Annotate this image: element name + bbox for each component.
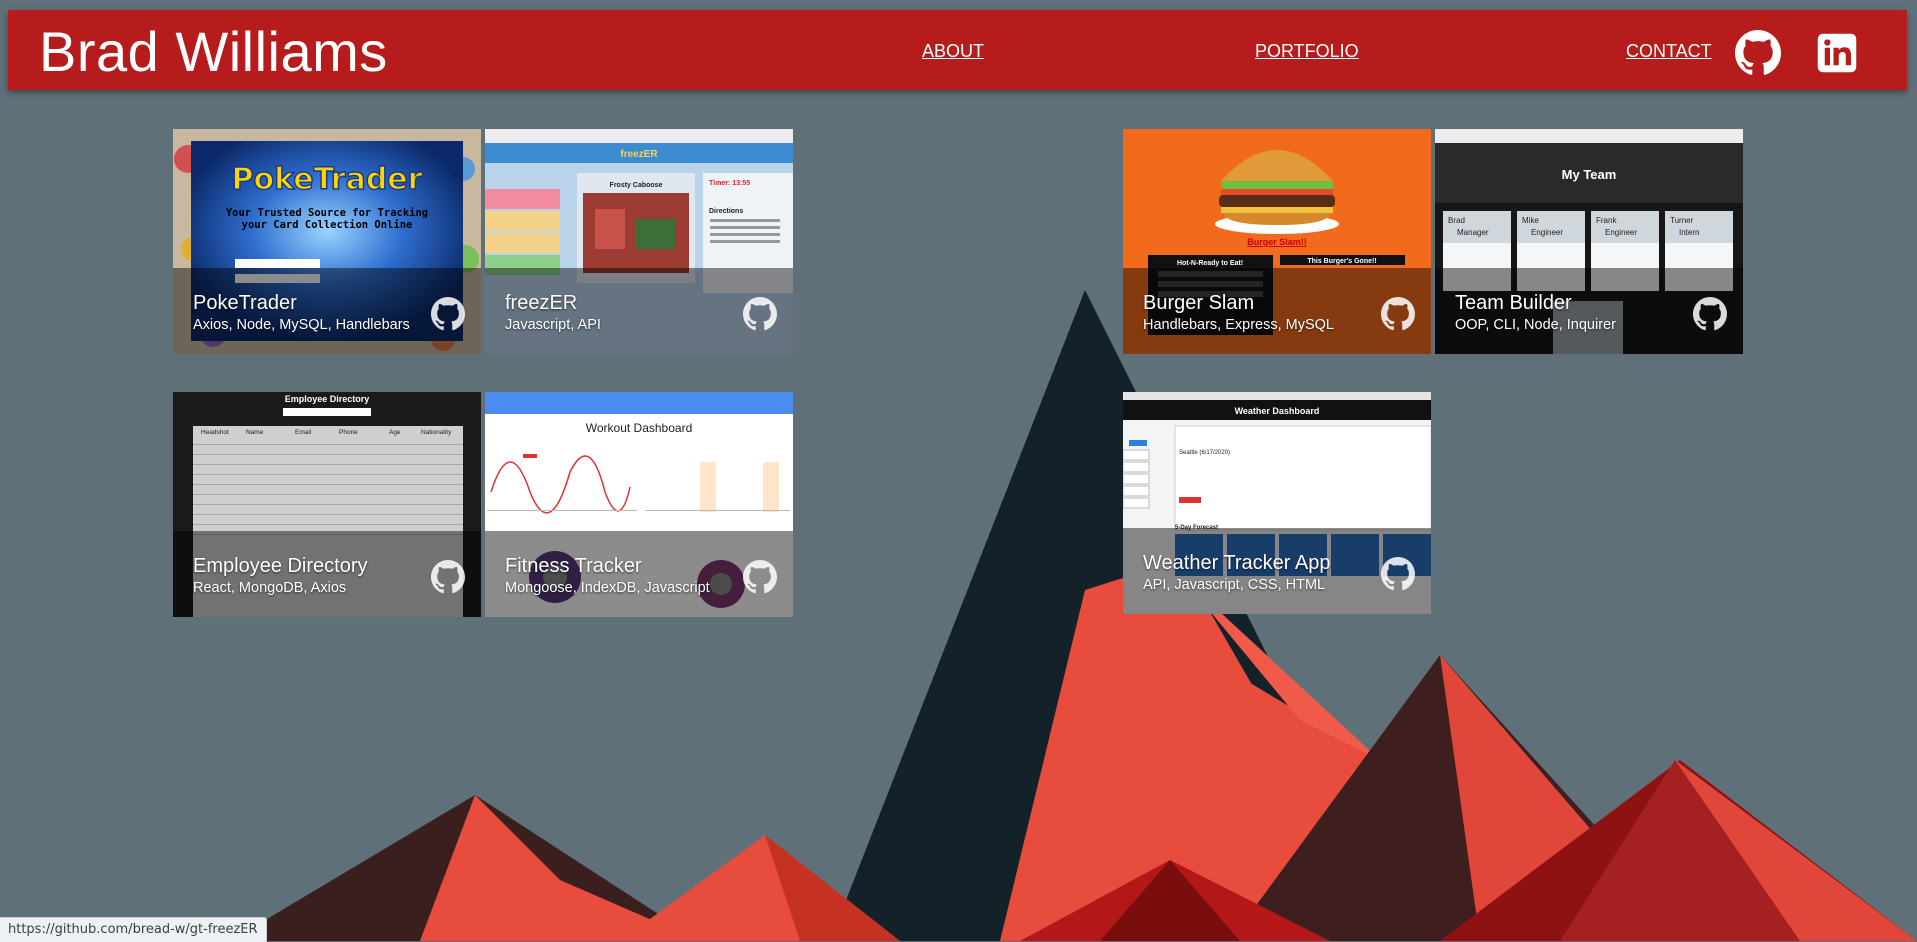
employee-column-header: Email <box>295 429 312 436</box>
team-member-role: Intern <box>1679 228 1699 237</box>
poketrader-tagline: Your Trusted Source for Tracking your Ca… <box>225 207 429 231</box>
team-member-name: Mike <box>1522 216 1539 225</box>
project-tags: Axios, Node, MySQL, Handlebars <box>193 317 410 333</box>
project-title: Team Builder <box>1455 292 1572 314</box>
employee-column-header: Headshot <box>201 429 229 436</box>
project-tags: React, MongoDB, Axios <box>193 580 347 596</box>
project-card-team-builder[interactable]: My Team Brad Manager Mike Engineer Frank… <box>1435 129 1743 354</box>
project-title: Weather Tracker App <box>1143 552 1331 574</box>
employee-column-header: Phone <box>339 429 358 436</box>
github-icon[interactable] <box>1735 30 1781 76</box>
project-tags: API, Javascript, CSS, HTML <box>1143 577 1326 593</box>
weather-heading: Weather Dashboard <box>1235 406 1320 416</box>
burger-heading: Burger Slam!! <box>1247 237 1307 247</box>
freezer-heading: Frosty Caboose <box>610 182 663 189</box>
project-tags: Mongoose, IndexDB, Javascript <box>505 580 710 596</box>
team-member-role: Manager <box>1457 228 1489 237</box>
team-member-name: Frank <box>1596 216 1617 225</box>
github-icon[interactable] <box>1381 297 1415 331</box>
freezer-brand-text: freezER <box>620 149 658 160</box>
team-heading: My Team <box>1562 167 1617 182</box>
project-title: freezER <box>505 292 578 314</box>
nav-contact-link[interactable]: CONTACT <box>1626 41 1712 62</box>
freezer-timer: Timer: 13:55 <box>709 180 750 187</box>
project-title: Employee Directory <box>193 555 368 577</box>
employee-heading: Employee Directory <box>285 394 370 404</box>
project-card-burger-slam[interactable]: Burger Slam!! Hot-N-Ready to Eat! This B… <box>1123 129 1431 354</box>
employee-column-header: Name <box>246 429 264 436</box>
poketrader-logo-text: PokeTrader <box>232 162 423 197</box>
burger-gone-heading: This Burger's Gone!! <box>1307 258 1376 265</box>
github-icon[interactable] <box>431 560 465 594</box>
project-card-freezer[interactable]: freezER Frosty Caboose Timer: 13:55 Dire… <box>485 129 793 354</box>
link-status-bar: https://github.com/bread-w/gt-freezER <box>0 917 267 942</box>
github-icon[interactable] <box>743 560 777 594</box>
weather-city: Seattle (6/17/2020) <box>1179 450 1230 456</box>
site-header: Brad Williams ABOUT PORTFOLIO CONTACT <box>8 10 1907 90</box>
github-icon[interactable] <box>1381 557 1415 591</box>
employee-column-header: Nationality <box>421 429 452 436</box>
project-title: Fitness Tracker <box>505 555 642 577</box>
employee-column-header: Age <box>389 429 401 436</box>
site-brand[interactable]: Brad Williams <box>39 24 388 80</box>
project-card-fitness-tracker[interactable]: Workout Dashboard Fitness Tracker Mongoo… <box>485 392 793 617</box>
project-card-poketrader[interactable]: PokeTrader Your Trusted Source for Track… <box>173 129 481 354</box>
github-icon[interactable] <box>743 297 777 331</box>
github-icon[interactable] <box>431 297 465 331</box>
project-card-employee-directory[interactable]: Employee Directory Headshot Name Email P… <box>173 392 481 617</box>
project-tags: Javascript, API <box>505 317 601 333</box>
project-tags: OOP, CLI, Node, Inquirer <box>1455 317 1616 333</box>
nav-portfolio-link[interactable]: PORTFOLIO <box>1255 41 1359 62</box>
project-title: PokeTrader <box>193 292 297 314</box>
project-tags: Handlebars, Express, MySQL <box>1143 317 1334 333</box>
freezer-directions: Directions <box>709 208 743 215</box>
team-member-name: Turner <box>1670 216 1694 225</box>
github-icon[interactable] <box>1693 297 1727 331</box>
project-card-weather-tracker[interactable]: Weather Dashboard Seattle (6/17/2020) 5-… <box>1123 392 1431 614</box>
fitness-heading: Workout Dashboard <box>586 421 693 435</box>
burger-ready-heading: Hot-N-Ready to Eat! <box>1177 260 1243 267</box>
project-title: Burger Slam <box>1143 292 1255 314</box>
team-member-role: Engineer <box>1531 228 1563 237</box>
team-member-name: Brad <box>1448 216 1465 225</box>
nav-about-link[interactable]: ABOUT <box>922 41 984 62</box>
team-member-role: Engineer <box>1605 228 1637 237</box>
linkedin-icon[interactable] <box>1816 32 1858 74</box>
